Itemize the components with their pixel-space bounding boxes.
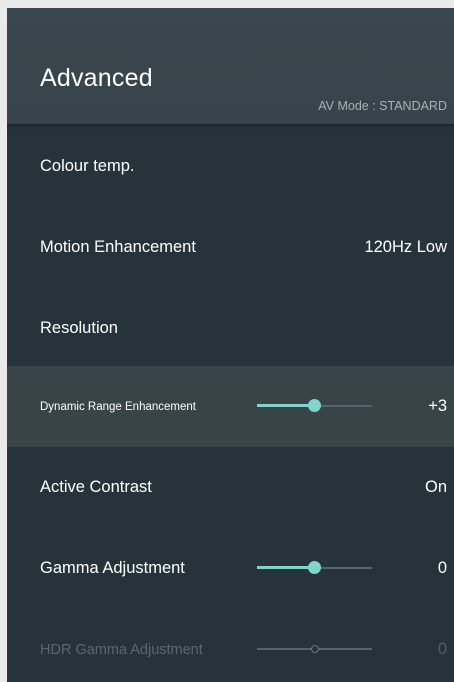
dynamic-range-slider[interactable]	[257, 399, 372, 412]
menu-item-dynamic-range-enhancement[interactable]: Dynamic Range Enhancement +3	[7, 366, 454, 447]
menu-item-value: 120Hz Low	[364, 238, 447, 256]
slider-knob[interactable]	[308, 399, 321, 412]
menu-item-value: 0	[437, 640, 447, 658]
menu-item-label: Resolution	[40, 319, 118, 337]
menu-item-label: Motion Enhancement	[40, 238, 196, 256]
menu-item-label: Active Contrast	[40, 478, 152, 496]
menu-item-gamma-adjustment[interactable]: Gamma Adjustment 0	[7, 528, 454, 609]
menu-item-hdr-gamma-adjustment: HDR Gamma Adjustment 0	[7, 609, 454, 682]
page-title: Advanced	[40, 64, 153, 92]
slider-knob[interactable]	[308, 561, 321, 574]
menu-item-value: +3	[428, 397, 447, 415]
menu-item-label: Colour temp.	[40, 157, 135, 175]
menu-item-colour-temp[interactable]: Colour temp.	[7, 126, 454, 207]
slider-knob	[310, 645, 319, 653]
slider-fill	[257, 404, 315, 407]
menu-item-value: On	[424, 478, 447, 496]
panel-header: Advanced AV Mode : STANDARD	[7, 8, 454, 124]
menu-item-motion-enhancement[interactable]: Motion Enhancement 120Hz Low	[7, 207, 454, 288]
menu-item-label: HDR Gamma Adjustment	[40, 641, 203, 658]
hdr-gamma-slider	[257, 645, 372, 653]
av-mode-indicator: AV Mode : STANDARD	[318, 99, 447, 113]
menu-item-resolution[interactable]: Resolution	[7, 288, 454, 369]
menu-item-label: Gamma Adjustment	[40, 559, 185, 577]
menu-item-label: Dynamic Range Enhancement	[40, 400, 196, 413]
advanced-settings-panel: Advanced AV Mode : STANDARD Colour temp.…	[7, 8, 454, 682]
gamma-slider[interactable]	[257, 561, 372, 574]
slider-fill	[257, 566, 315, 569]
menu-item-active-contrast[interactable]: Active Contrast On	[7, 447, 454, 528]
menu-item-value: 0	[437, 559, 447, 577]
